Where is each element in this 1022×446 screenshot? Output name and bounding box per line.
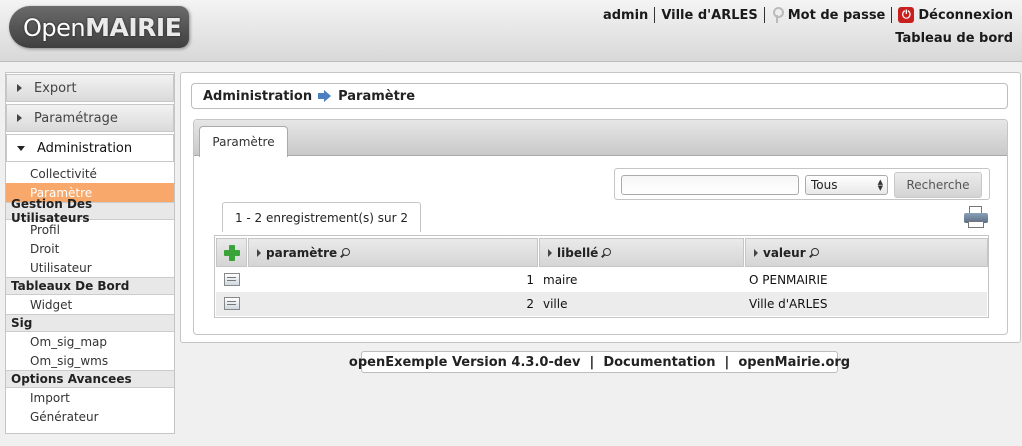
search-form: Tous ▲ ▼ Recherche bbox=[614, 168, 990, 200]
collectivite-link[interactable]: Ville d'ARLES bbox=[661, 8, 757, 23]
search-input[interactable] bbox=[621, 175, 799, 195]
search-scope-value: Tous bbox=[811, 178, 838, 192]
column-header-valeur[interactable]: valeur bbox=[745, 238, 988, 267]
table-row[interactable]: 2 ville Ville d'ARLES bbox=[216, 292, 987, 316]
sidebar-section-parametrage[interactable]: Paramétrage bbox=[6, 104, 174, 132]
chevron-right-icon bbox=[17, 84, 22, 92]
sidebar-item-om-sig-wms[interactable]: Om_sig_wms bbox=[6, 351, 174, 370]
logout-label: Déconnexion bbox=[918, 7, 1013, 23]
cell-valeur[interactable]: Ville d'ARLES bbox=[749, 292, 828, 316]
logout-link[interactable]: ⏻ Déconnexion bbox=[898, 7, 1013, 23]
column-header-parametre[interactable]: paramètre bbox=[248, 238, 538, 267]
breadcrumb-current: Paramètre bbox=[338, 88, 416, 104]
sidebar-item-import[interactable]: Import bbox=[6, 388, 174, 407]
column-label: libellé bbox=[557, 245, 599, 260]
footer-separator bbox=[580, 355, 589, 370]
sidebar: Export Paramétrage Administration Collec… bbox=[5, 72, 175, 434]
breadcrumb-root: Administration bbox=[203, 88, 313, 104]
power-icon: ⏻ bbox=[898, 7, 915, 23]
sidebar-section-export[interactable]: Export bbox=[6, 74, 174, 102]
main-panel: Administration Paramètre Paramètre Tous … bbox=[180, 72, 1021, 343]
separator bbox=[763, 7, 765, 23]
openmairie-logo[interactable]: OpenMAIRIE bbox=[9, 6, 189, 48]
password-link[interactable]: Mot de passe bbox=[771, 7, 886, 23]
search-button[interactable]: Recherche bbox=[894, 172, 982, 198]
search-icon bbox=[601, 247, 612, 258]
table-row[interactable]: 1 maire O PENMAIRIE bbox=[216, 268, 987, 292]
tab-parametre[interactable]: Paramètre bbox=[199, 126, 288, 157]
logo-text: OpenMAIRIE bbox=[23, 12, 182, 42]
cell-libelle[interactable]: maire bbox=[543, 268, 577, 292]
sidebar-group-sig: Sig bbox=[6, 314, 174, 332]
search-icon bbox=[809, 247, 819, 258]
select-arrows-icon: ▲ ▼ bbox=[877, 178, 883, 192]
chevron-right-icon bbox=[17, 114, 22, 122]
sidebar-group-tableaux: Tableaux De Bord bbox=[6, 277, 174, 295]
footer: openExemple Version 4.3.0-dev | Document… bbox=[349, 351, 850, 373]
sort-icon bbox=[548, 248, 552, 257]
sidebar-section-label: Export bbox=[34, 80, 77, 96]
sidebar-section-administration[interactable]: Administration bbox=[6, 134, 174, 162]
cell-parametre[interactable]: 2 bbox=[248, 292, 534, 316]
sort-icon bbox=[754, 248, 758, 257]
search-scope-select[interactable]: Tous ▲ ▼ bbox=[805, 175, 888, 195]
key-icon bbox=[771, 7, 784, 23]
openmairie-link[interactable]: openMairie.org bbox=[738, 355, 850, 370]
cell-libelle[interactable]: ville bbox=[543, 292, 568, 316]
column-header-libelle[interactable]: libellé bbox=[539, 238, 744, 267]
table-header: paramètre libellé valeur bbox=[216, 238, 988, 267]
sidebar-section-label: Administration bbox=[37, 140, 133, 156]
cell-valeur[interactable]: O PENMAIRIE bbox=[749, 268, 828, 292]
chevron-down-icon bbox=[17, 145, 25, 151]
footer-space bbox=[729, 355, 738, 370]
printer-icon[interactable] bbox=[964, 206, 988, 228]
sidebar-item-widget[interactable]: Widget bbox=[6, 295, 174, 314]
sidebar-section-label: Paramétrage bbox=[34, 110, 118, 126]
dashboard-link[interactable]: Tableau de bord bbox=[895, 31, 1013, 46]
sidebar-item-collectivite[interactable]: Collectivité bbox=[6, 164, 174, 183]
separator bbox=[654, 7, 656, 23]
column-label: valeur bbox=[763, 245, 806, 260]
header-bar: OpenMAIRIE admin Ville d'ARLES Mot de pa… bbox=[0, 0, 1022, 62]
sidebar-item-om-sig-map[interactable]: Om_sig_map bbox=[6, 332, 174, 351]
sidebar-group-options: Options Avancees bbox=[6, 370, 174, 388]
view-record-icon[interactable] bbox=[224, 297, 240, 310]
tab-bar: Paramètre bbox=[194, 120, 1007, 157]
tabs-container: Paramètre Tous ▲ ▼ Recherche 1 - 2 enregi… bbox=[193, 119, 1008, 335]
results-table: paramètre libellé valeur 1 maire O PENMA… bbox=[214, 235, 989, 318]
cell-parametre[interactable]: 1 bbox=[248, 268, 534, 292]
separator bbox=[891, 7, 893, 23]
view-record-icon[interactable] bbox=[224, 273, 240, 286]
record-count: 1 - 2 enregistrement(s) sur 2 bbox=[222, 202, 421, 232]
arrow-right-icon bbox=[318, 90, 332, 102]
sidebar-item-generateur[interactable]: Générateur bbox=[6, 407, 174, 426]
search-icon bbox=[340, 247, 351, 258]
sidebar-group-utilisateurs: Gestion Des Utilisateurs bbox=[6, 197, 174, 225]
footer-space bbox=[594, 355, 603, 370]
sort-icon bbox=[257, 248, 261, 257]
footer-separator bbox=[715, 355, 724, 370]
password-label: Mot de passe bbox=[787, 7, 886, 23]
version-label: openExemple Version 4.3.0-dev bbox=[348, 354, 581, 370]
column-label: paramètre bbox=[266, 245, 338, 260]
sidebar-item-utilisateur[interactable]: Utilisateur bbox=[6, 258, 174, 277]
add-column bbox=[216, 238, 247, 267]
documentation-link[interactable]: Documentation bbox=[603, 355, 715, 370]
breadcrumb: Administration Paramètre bbox=[191, 83, 1008, 109]
add-icon[interactable] bbox=[224, 245, 240, 261]
top-links: admin Ville d'ARLES Mot de passe ⏻ Décon… bbox=[603, 6, 1013, 24]
sidebar-item-droit[interactable]: Droit bbox=[6, 239, 174, 258]
user-link[interactable]: admin bbox=[603, 8, 648, 23]
